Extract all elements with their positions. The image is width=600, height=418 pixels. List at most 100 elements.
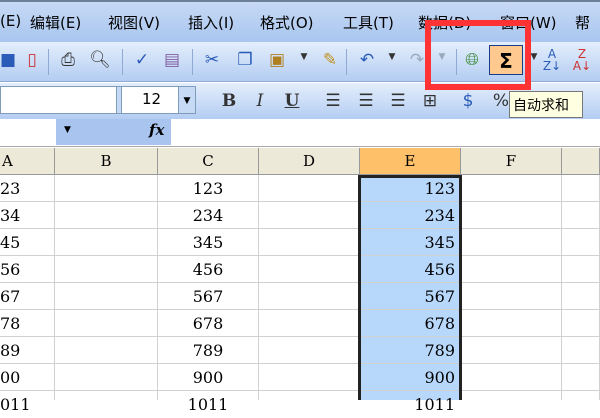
cell[interactable]: 678 [158, 310, 259, 337]
cell[interactable] [259, 283, 360, 310]
cell[interactable] [55, 175, 158, 202]
cell[interactable] [562, 337, 600, 364]
cell[interactable] [55, 337, 158, 364]
sort-ascending-icon[interactable]: A Z↓ [540, 48, 564, 72]
cell[interactable] [259, 364, 360, 391]
align-left-icon[interactable]: ☰ [321, 91, 345, 111]
align-center-icon[interactable]: ☰ [354, 91, 378, 111]
column-header[interactable]: E [360, 148, 461, 175]
cell[interactable]: 00 [0, 364, 55, 391]
cell[interactable] [562, 364, 600, 391]
cell[interactable] [461, 202, 562, 229]
cell[interactable]: 345 [158, 229, 259, 256]
cell[interactable] [461, 337, 562, 364]
cell[interactable] [259, 175, 360, 202]
cell[interactable]: 567 [158, 283, 259, 310]
cell[interactable]: 789 [158, 337, 259, 364]
cell[interactable] [55, 229, 158, 256]
cell[interactable] [562, 229, 600, 256]
column-header[interactable]: D [259, 148, 360, 175]
menu-edit[interactable]: 编辑(E) [30, 12, 81, 33]
cell[interactable]: 900 [158, 364, 259, 391]
cell[interactable] [259, 310, 360, 337]
currency-icon[interactable]: $ [456, 91, 480, 111]
cell[interactable] [461, 229, 562, 256]
highlight-annotation [425, 20, 531, 90]
font-size-dropdown-icon[interactable]: ▼ [178, 86, 196, 114]
undo-dropdown-icon[interactable]: ▼ [380, 52, 404, 62]
cell[interactable] [55, 256, 158, 283]
merge-center-icon[interactable]: ⊞ [418, 91, 442, 111]
column-header[interactable]: C [158, 148, 259, 175]
menu-tools[interactable]: 工具(T) [343, 12, 394, 33]
menu-view[interactable]: 视图(V) [108, 12, 160, 33]
cell[interactable]: 23 [0, 175, 55, 202]
print-icon[interactable]: ⎙ [56, 50, 80, 70]
undo-icon[interactable]: ↶ [355, 50, 379, 70]
cell[interactable] [55, 391, 158, 400]
cell[interactable] [562, 310, 600, 337]
cell[interactable] [55, 202, 158, 229]
research-icon[interactable]: ▤ [160, 50, 184, 70]
dropdown-icon[interactable]: ▼ [64, 125, 71, 135]
permission-icon[interactable]: ▯ [20, 50, 44, 70]
cut-icon[interactable]: ✂ [200, 50, 224, 70]
cell[interactable] [562, 256, 600, 283]
menu-format[interactable]: 格式(O) [260, 12, 314, 33]
font-size-select[interactable]: 12 [121, 86, 179, 114]
cell[interactable]: 56 [0, 256, 55, 283]
cell[interactable]: 456 [158, 256, 259, 283]
cell[interactable] [461, 283, 562, 310]
cell[interactable]: 234 [158, 202, 259, 229]
column-header[interactable]: F [461, 148, 562, 175]
name-box[interactable] [0, 119, 56, 145]
sort-descending-icon[interactable]: Z A↓ [570, 48, 594, 72]
column-header[interactable]: A [0, 148, 55, 175]
print-preview-icon[interactable]: 🔍︎ [88, 50, 112, 70]
cell[interactable] [259, 229, 360, 256]
cell[interactable]: 123 [158, 175, 259, 202]
cell[interactable] [55, 310, 158, 337]
cell[interactable] [562, 391, 600, 400]
cell[interactable] [259, 337, 360, 364]
bold-button[interactable]: B [217, 91, 241, 111]
cell[interactable] [461, 175, 562, 202]
cell[interactable]: 89 [0, 337, 55, 364]
spelling-icon[interactable]: ✓ [130, 50, 154, 70]
underline-button[interactable]: U [280, 91, 304, 111]
cell[interactable] [55, 364, 158, 391]
cell[interactable]: 1011 [158, 391, 259, 414]
column-header[interactable] [562, 148, 600, 175]
cell[interactable] [259, 391, 360, 400]
save-icon[interactable]: ■ [0, 50, 16, 70]
format-painter-icon[interactable]: ✎ [318, 50, 342, 70]
cell[interactable] [562, 283, 600, 310]
align-right-icon[interactable]: ☰ [386, 91, 410, 111]
cell[interactable]: 78 [0, 310, 55, 337]
paste-icon[interactable]: ▣ [265, 50, 289, 70]
selection-border [358, 175, 462, 400]
cell[interactable] [259, 256, 360, 283]
name-box-dropdown[interactable]: ▼ fx [56, 119, 171, 145]
italic-button[interactable]: I [248, 91, 272, 111]
menu-help[interactable]: 帮 [575, 12, 590, 33]
cell[interactable] [55, 283, 158, 310]
cell[interactable] [259, 202, 360, 229]
menu-file[interactable]: (E) [0, 12, 21, 30]
column-header[interactable]: B [55, 148, 158, 175]
cell[interactable] [461, 364, 562, 391]
cell[interactable] [562, 202, 600, 229]
copy-icon[interactable]: ❐ [233, 50, 257, 70]
fx-icon[interactable]: fx [149, 121, 164, 139]
font-name-select[interactable] [0, 86, 118, 114]
cell[interactable]: 67 [0, 283, 55, 310]
menu-insert[interactable]: 插入(I) [188, 12, 234, 33]
cell[interactable]: 011 [0, 391, 55, 414]
cell[interactable] [461, 310, 562, 337]
cell[interactable] [461, 256, 562, 283]
cell[interactable]: 45 [0, 229, 55, 256]
cell[interactable]: 34 [0, 202, 55, 229]
paste-dropdown-icon[interactable]: ▼ [292, 52, 316, 62]
cell[interactable] [461, 391, 562, 400]
cell[interactable] [562, 175, 600, 202]
